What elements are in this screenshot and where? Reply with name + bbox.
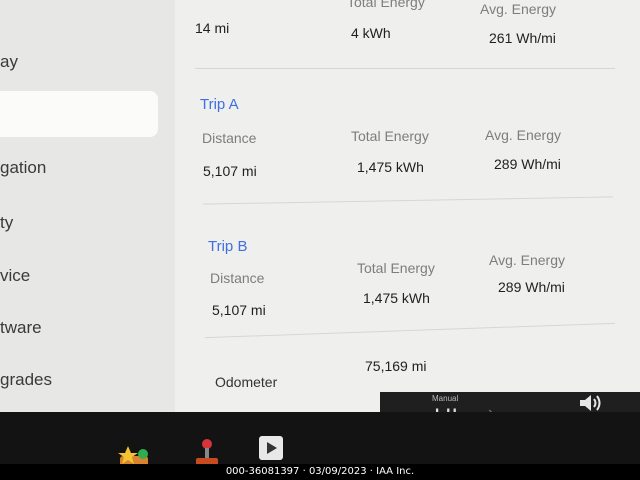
theater-icon[interactable] <box>258 432 284 467</box>
trip-a-title: Trip A <box>200 96 239 113</box>
trip-b-avg: 289 Wh/mi <box>498 279 565 295</box>
sidebar-item-label: tware <box>0 318 42 337</box>
trip-a-avg: 289 Wh/mi <box>494 156 561 172</box>
trips-panel: Total Energy Avg. Energy 14 mi 4 kWh 261… <box>175 0 640 412</box>
since-charge-distance: 14 mi <box>195 20 230 36</box>
sidebar-item-label: grades <box>0 370 52 389</box>
sidebar-item-label: gation <box>0 158 47 177</box>
watermark-footer: 000-36081397 · 03/09/2023 · IAA Inc. <box>0 464 640 480</box>
trip-b-energy-label: Total Energy <box>357 260 435 276</box>
since-charge-avg-label: Avg. Energy <box>480 1 557 17</box>
sidebar-item-display[interactable]: ay <box>0 52 18 72</box>
sidebar-item-software[interactable]: tware <box>0 318 42 338</box>
sidebar-item-upgrades[interactable]: grades <box>0 370 52 390</box>
since-charge-energy: 4 kWh <box>351 25 391 41</box>
sidebar-item-service[interactable]: vice <box>0 266 30 286</box>
trip-b-title: Trip B <box>208 238 248 255</box>
since-charge-energy-label: Total Energy <box>347 0 425 10</box>
trip-b-energy: 1,475 kWh <box>363 290 430 306</box>
trip-a-energy: 1,475 kWh <box>357 159 424 175</box>
sidebar-item-safety[interactable]: ty <box>0 213 13 233</box>
since-charge-avg: 261 Wh/mi <box>489 30 556 46</box>
odometer-value: 75,169 mi <box>365 358 427 374</box>
divider <box>205 322 615 339</box>
trip-b-distance-label: Distance <box>210 270 265 286</box>
odometer-label: Odometer <box>215 374 278 390</box>
trip-b-distance: 5,107 mi <box>212 302 266 318</box>
divider <box>195 68 615 69</box>
sidebar-item-label: ty <box>0 213 14 232</box>
sidebar-item-navigation[interactable]: gation <box>0 158 46 178</box>
divider <box>203 196 613 205</box>
sidebar-item-label: ay <box>0 52 18 71</box>
touchscreen: ay gation ty vice tware grades Total Ene… <box>0 0 640 412</box>
sidebar-item-label: vice <box>0 266 31 285</box>
trip-a-avg-label: Avg. Energy <box>485 127 562 143</box>
climate-mode: Manual <box>432 394 459 403</box>
trip-a-energy-label: Total Energy <box>351 128 429 144</box>
sidebar-item-trips[interactable] <box>0 91 158 137</box>
settings-sidebar: ay gation ty vice tware grades <box>0 0 175 412</box>
trip-a-distance-label: Distance <box>202 130 257 146</box>
trip-b-avg-label: Avg. Energy <box>489 252 566 268</box>
trip-a-distance: 5,107 mi <box>203 163 257 179</box>
